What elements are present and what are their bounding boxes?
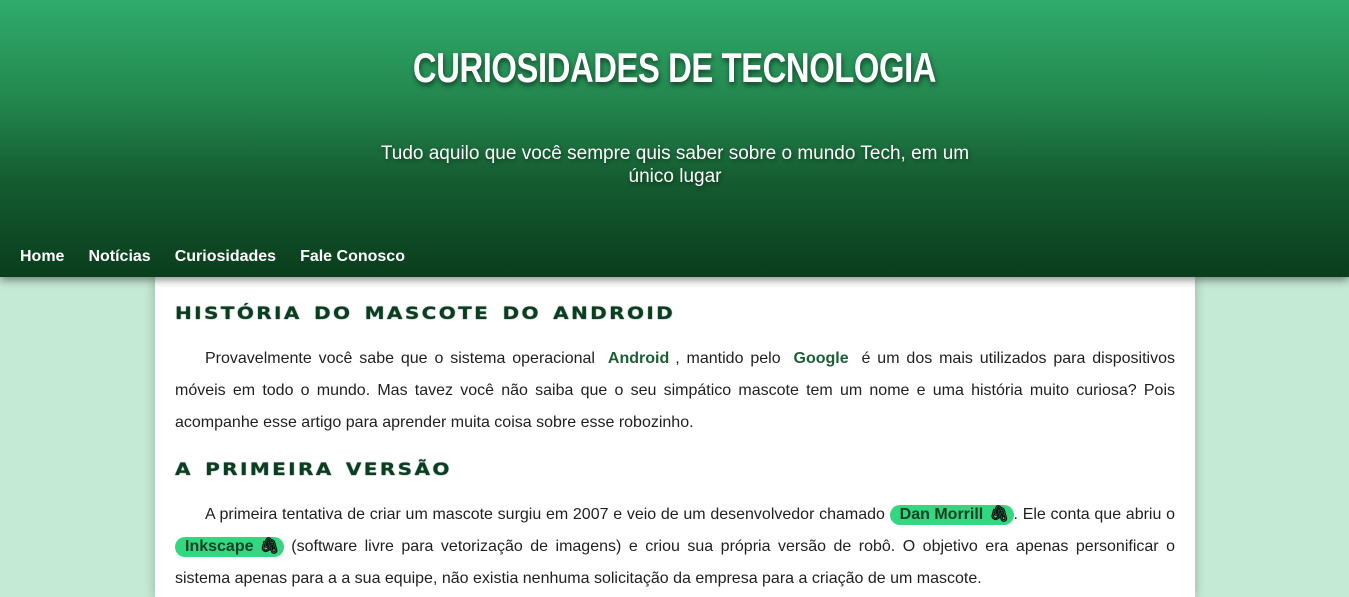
link-dan-morrill-label: Dan Morrill <box>899 506 984 523</box>
link-inkscape-label: Inkscape <box>185 538 254 555</box>
brand-android: Android <box>607 350 670 367</box>
section1-text-2: . Ele conta que abriu o <box>1013 506 1176 523</box>
main-nav: Home Notícias Curiosidades Fale Conosco <box>20 247 429 267</box>
article-title: História do Mascote do Android <box>175 297 676 325</box>
intro-text-2: , mantido pelo <box>675 350 781 367</box>
nav-item-curiosidades[interactable]: Curiosidades <box>175 247 276 267</box>
site-header: CURIOSIDADES DE TECNOLOGIA Tudo aquilo q… <box>0 0 1349 277</box>
site-subtitle: Tudo aquilo que você sempre quis saber s… <box>380 143 970 187</box>
site-title: CURIOSIDADES DE TECNOLOGIA <box>412 44 937 91</box>
paperclip-icon: 🖇 <box>989 506 1010 523</box>
intro-paragraph: Provavelmente você sabe que o sistema op… <box>175 343 1175 439</box>
paperclip-icon: 🖇 <box>259 538 280 555</box>
nav-item-noticias[interactable]: Notícias <box>88 247 150 267</box>
section-title-primeira-versao: A Primeira Versão <box>175 453 452 481</box>
brand-google: Google <box>793 350 849 367</box>
article-container: História do Mascote do Android Provavelm… <box>155 277 1195 597</box>
link-inkscape[interactable]: Inkscape 🖇 <box>175 537 284 557</box>
intro-text-1: Provavelmente você sabe que o sistema op… <box>205 350 595 367</box>
link-dan-morrill[interactable]: Dan Morrill 🖇 <box>889 505 1014 525</box>
section1-text-1: A primeira tentativa de criar um mascote… <box>205 506 885 523</box>
section1-text-3: (software livre para vetorização de imag… <box>175 538 1176 587</box>
section1-paragraph: A primeira tentativa de criar um mascote… <box>175 499 1175 595</box>
nav-item-home[interactable]: Home <box>20 247 64 267</box>
nav-item-fale-conosco[interactable]: Fale Conosco <box>300 247 405 267</box>
